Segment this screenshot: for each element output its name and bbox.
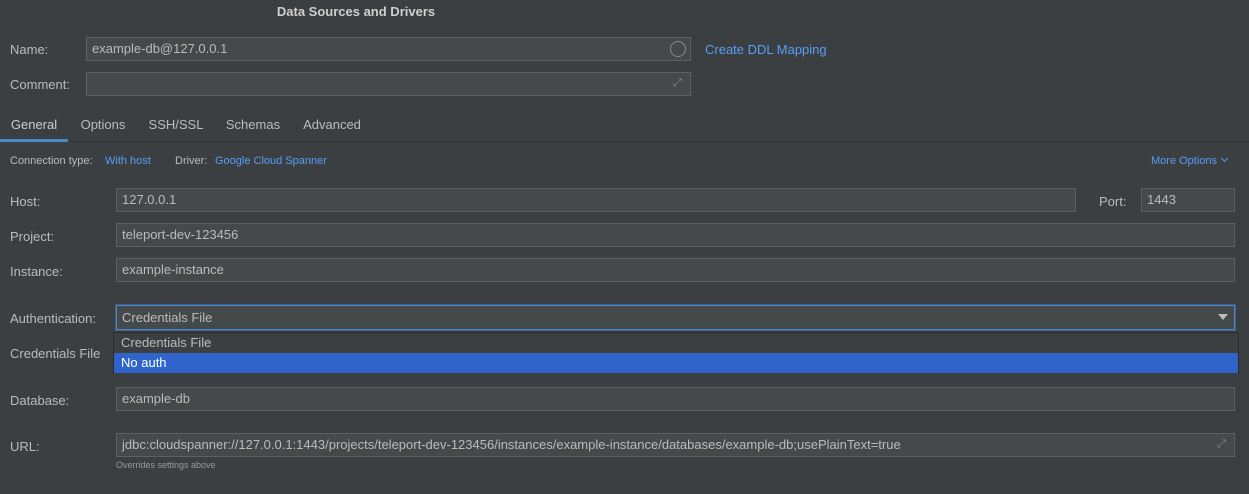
instance-label: Instance:	[10, 264, 63, 279]
authentication-label: Authentication:	[10, 311, 97, 326]
name-field[interactable]: example-db@127.0.0.1	[86, 37, 691, 61]
authentication-selected: Credentials File	[122, 310, 213, 325]
connection-type-link[interactable]: With host	[105, 155, 151, 167]
connection-type-label: Connection type:	[10, 155, 93, 167]
option-no-auth[interactable]: No auth	[114, 353, 1238, 373]
instance-field[interactable]: example-instance	[116, 258, 1235, 282]
database-field[interactable]: example-db	[116, 387, 1235, 411]
comment-label: Comment:	[10, 77, 70, 92]
url-hint: Overrides settings above	[116, 460, 216, 470]
database-label: Database:	[10, 393, 70, 408]
host-label: Host:	[10, 194, 41, 209]
more-options-label: More Options	[1151, 155, 1218, 167]
credentials-file-label: Credentials File	[10, 346, 101, 361]
expand-icon[interactable]: ⤢	[1217, 438, 1229, 450]
url-value: jdbc:cloudspanner://127.0.0.1:1443/proje…	[122, 437, 901, 452]
url-label: URL:	[10, 439, 40, 454]
status-circle-icon	[670, 41, 686, 57]
comment-field[interactable]: ⤢	[86, 72, 691, 96]
url-field[interactable]: jdbc:cloudspanner://127.0.0.1:1443/proje…	[116, 433, 1235, 457]
name-value: example-db@127.0.0.1	[92, 41, 228, 56]
tab-general[interactable]: General	[0, 112, 68, 142]
authentication-dropdown[interactable]: Credentials File	[116, 305, 1235, 330]
tab-advanced[interactable]: Advanced	[296, 112, 368, 142]
tab-options[interactable]: Options	[72, 112, 134, 142]
authentication-options-popup: Credentials File No auth	[113, 332, 1239, 373]
dialog-title: Data Sources and Drivers	[276, 4, 436, 19]
driver-label: Driver:	[175, 155, 208, 167]
host-field[interactable]: 127.0.0.1	[116, 188, 1076, 212]
tab-ssh-ssl[interactable]: SSH/SSL	[140, 112, 212, 142]
option-credentials-file[interactable]: Credentials File	[114, 333, 1238, 353]
more-options-link[interactable]: More Options	[1151, 154, 1229, 167]
tab-schemas[interactable]: Schemas	[218, 112, 288, 142]
project-field[interactable]: teleport-dev-123456	[116, 223, 1235, 247]
create-ddl-mapping-link[interactable]: Create DDL Mapping	[705, 42, 827, 57]
chevron-down-icon	[1220, 154, 1229, 163]
port-field[interactable]: 1443	[1141, 188, 1235, 212]
driver-link[interactable]: Google Cloud Spanner	[215, 155, 327, 167]
tab-bar: General Options SSH/SSL Schemas Advanced	[0, 112, 1249, 142]
expand-icon[interactable]: ⤢	[673, 77, 685, 89]
dropdown-arrow-icon	[1218, 314, 1228, 320]
port-label: Port:	[1099, 194, 1127, 209]
project-label: Project:	[10, 229, 55, 244]
name-label: Name:	[10, 42, 49, 57]
